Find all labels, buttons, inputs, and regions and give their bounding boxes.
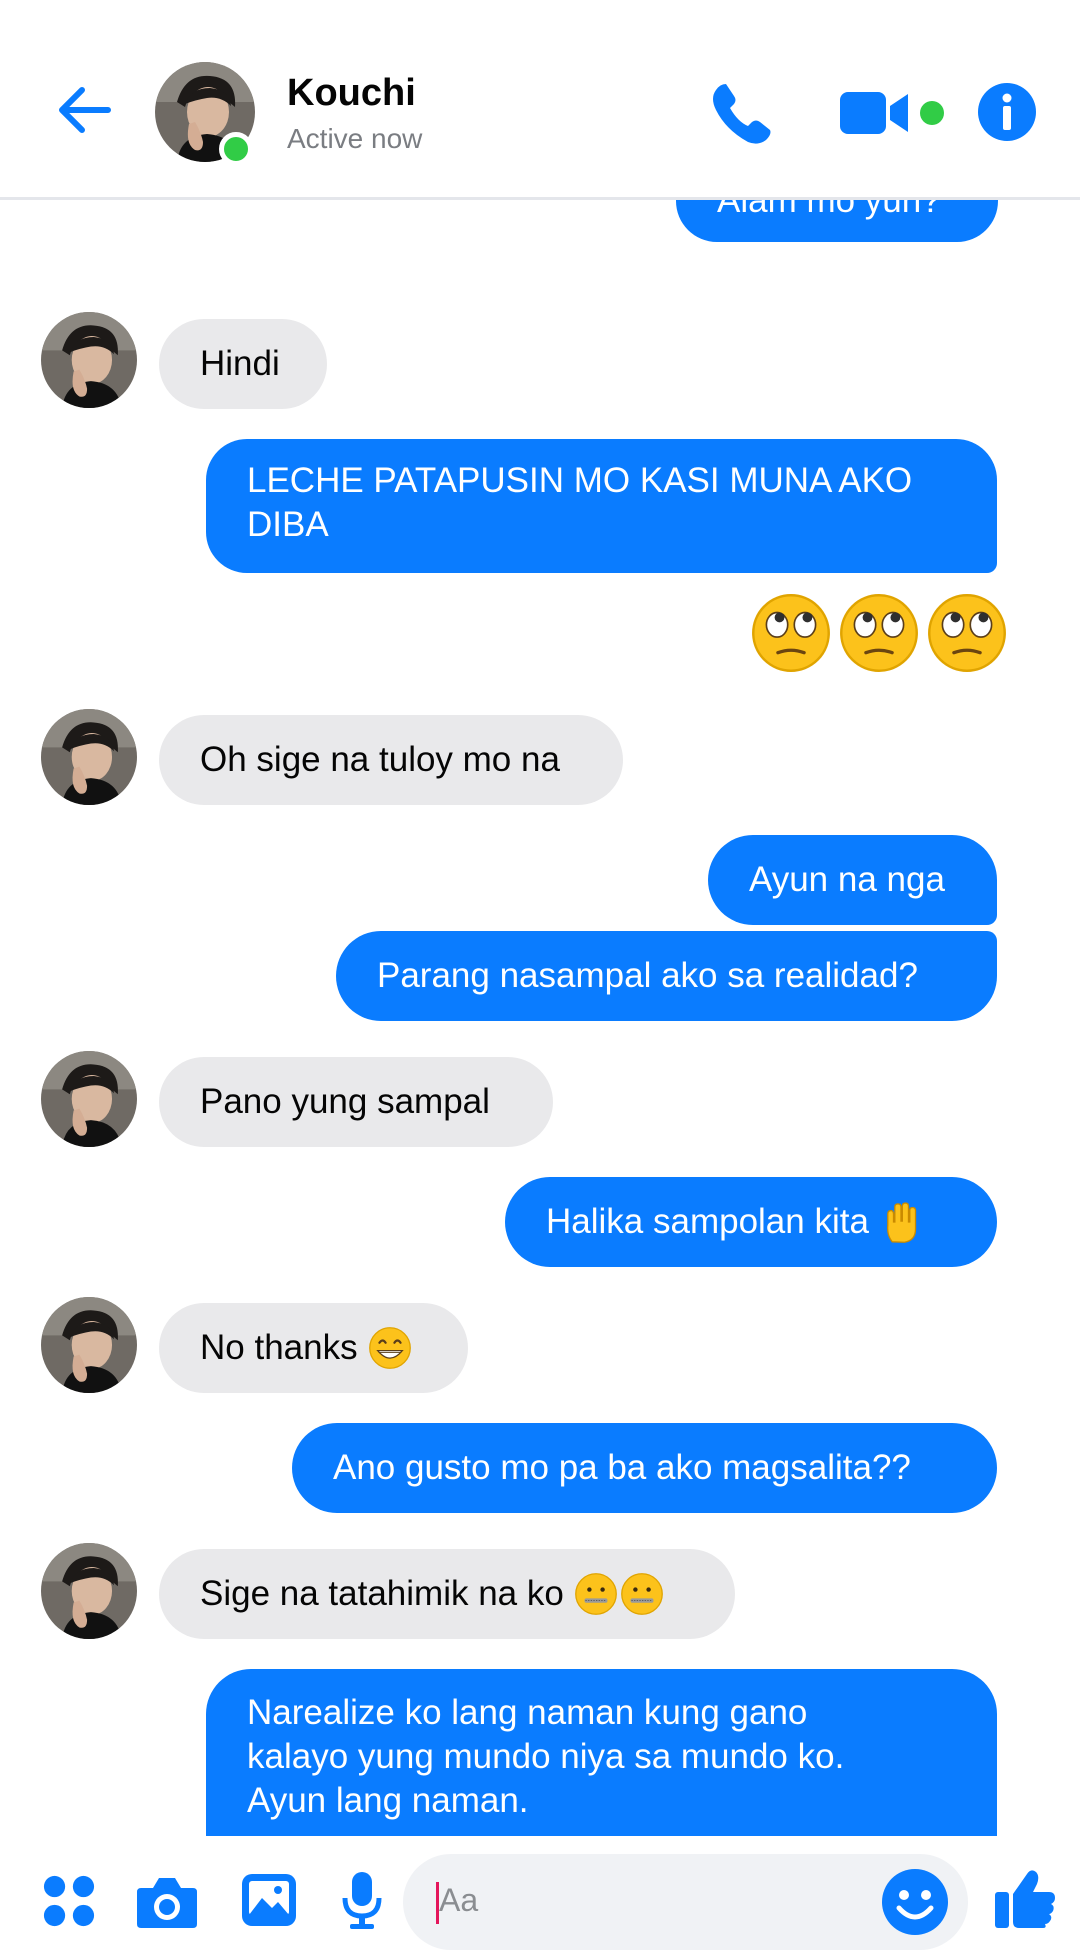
online-indicator	[219, 132, 253, 166]
like-icon[interactable]	[993, 1866, 1057, 1930]
message-text: Alam mo yun?	[717, 200, 941, 220]
message-composer: Aa	[0, 1836, 1080, 1958]
back-arrow-icon[interactable]	[52, 78, 116, 142]
message-outgoing[interactable]: LECHE PATAPUSIN MO KASI MUNA AKO DIBA	[206, 439, 997, 573]
face-with-rolling-eyes-icon[interactable]	[838, 592, 920, 674]
message-text: Sige na tatahimik na ko	[200, 1574, 564, 1613]
message-thread[interactable]: Alam mo yun? Hindi LECHE PATAPUSIN MO KA…	[0, 200, 1080, 1836]
video-active-dot	[920, 101, 944, 125]
contact-avatar-small[interactable]	[41, 709, 137, 805]
contact-name[interactable]: Kouchi	[287, 72, 416, 115]
message-incoming[interactable]: Hindi	[159, 319, 327, 409]
message-incoming[interactable]: Sige na tatahimik na ko	[159, 1549, 735, 1639]
message-text: Parang nasampal ako sa realidad?	[377, 956, 918, 995]
message-outgoing[interactable]: Alam mo yun?	[676, 200, 998, 242]
message-incoming[interactable]: Pano yung sampal	[159, 1057, 553, 1147]
zipper-mouth-face-icon	[620, 1572, 664, 1616]
contact-status: Active now	[287, 123, 423, 154]
gallery-icon[interactable]	[240, 1872, 298, 1928]
message-text: Pano yung sampal	[200, 1082, 490, 1121]
message-incoming[interactable]: Oh sige na tuloy mo na	[159, 715, 623, 805]
message-outgoing[interactable]: Halika sampolan kita	[505, 1177, 997, 1267]
message-input[interactable]: Aa	[403, 1854, 968, 1950]
message-text: Ayun na nga	[749, 860, 945, 899]
contact-avatar-small[interactable]	[41, 1051, 137, 1147]
video-camera-icon[interactable]	[838, 88, 926, 138]
zipper-mouth-face-icon	[574, 1572, 618, 1616]
message-outgoing[interactable]: Ano gusto mo pa ba ako magsalita??	[292, 1423, 997, 1513]
apps-icon[interactable]	[42, 1874, 96, 1928]
face-with-rolling-eyes-icon[interactable]	[750, 592, 832, 674]
message-text: LECHE PATAPUSIN MO KASI MUNA AKO DIBA	[247, 461, 913, 544]
info-icon[interactable]	[977, 82, 1037, 142]
microphone-icon[interactable]	[342, 1870, 382, 1930]
contact-avatar-small[interactable]	[41, 312, 137, 408]
contact-avatar-small[interactable]	[41, 1297, 137, 1393]
emoji-icon[interactable]	[881, 1868, 949, 1936]
contact-avatar-small[interactable]	[41, 1543, 137, 1639]
raised-hand-icon	[879, 1200, 923, 1244]
message-outgoing[interactable]: Narealize ko lang naman kung gano kalayo…	[206, 1669, 997, 1836]
message-outgoing[interactable]: Ayun na nga	[708, 835, 997, 925]
chat-header: Kouchi Active now	[0, 0, 1080, 200]
phone-icon[interactable]	[708, 78, 778, 148]
message-text: Halika sampolan kita	[546, 1202, 869, 1241]
message-text: Oh sige na tuloy mo na	[200, 740, 560, 779]
message-text: Hindi	[200, 344, 280, 383]
grinning-face-icon	[368, 1326, 412, 1370]
message-incoming[interactable]: No thanks	[159, 1303, 468, 1393]
message-text: Ano gusto mo pa ba ako magsalita??	[333, 1448, 911, 1487]
message-input-placeholder: Aa	[439, 1882, 479, 1918]
message-text: No thanks	[200, 1328, 358, 1367]
message-outgoing[interactable]: Parang nasampal ako sa realidad?	[336, 931, 997, 1021]
camera-icon[interactable]	[135, 1874, 199, 1930]
message-text: Narealize ko lang naman kung gano kalayo…	[247, 1693, 845, 1820]
face-with-rolling-eyes-icon[interactable]	[926, 592, 1008, 674]
